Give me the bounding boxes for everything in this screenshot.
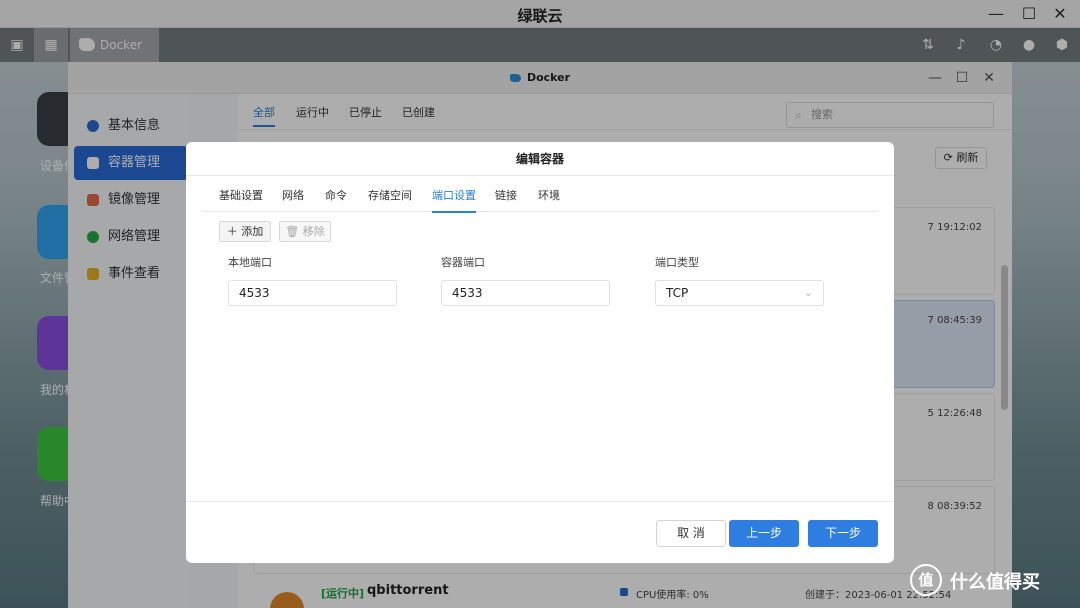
port-type-label: 端口类型	[655, 256, 699, 269]
port-type-select[interactable]: TCP ⌄	[655, 280, 824, 306]
local-port-label: 本地端口	[228, 256, 272, 269]
plus-icon: ＋	[226, 225, 238, 238]
trash-icon: 🗑	[285, 225, 300, 238]
add-label: 添加	[241, 225, 264, 238]
watermark-text: 什么值得买	[950, 572, 1040, 593]
tab-storage[interactable]: 存储空间	[368, 187, 412, 203]
tab-network[interactable]: 网络	[282, 187, 304, 203]
dialog-footer-divider	[186, 501, 894, 502]
remove-port-button[interactable]: 🗑 移除	[279, 221, 331, 242]
cancel-button[interactable]: 取 消	[656, 520, 726, 547]
remove-label: 移除	[302, 225, 325, 238]
local-port-input[interactable]: 4533	[228, 280, 397, 306]
watermark-logo-icon: 值	[910, 564, 942, 596]
tab-basic-settings[interactable]: 基础设置	[219, 187, 263, 203]
tab-links[interactable]: 链接	[495, 187, 517, 203]
container-port-label: 容器端口	[441, 256, 485, 269]
tab-command[interactable]: 命令	[325, 187, 347, 203]
port-type-value: TCP	[666, 286, 689, 300]
container-port-input[interactable]: 4533	[441, 280, 610, 306]
add-port-button[interactable]: ＋ 添加	[219, 221, 271, 242]
watermark: 值 什么值得买	[910, 564, 1080, 598]
next-step-button[interactable]: 下一步	[808, 520, 878, 547]
dialog-tabs: 基础设置 网络 命令 存储空间 端口设置 链接 环境	[202, 176, 878, 213]
previous-step-button[interactable]: 上一步	[729, 520, 799, 547]
dialog-title: 编辑容器	[186, 142, 894, 176]
tab-port-settings[interactable]: 端口设置	[432, 187, 476, 213]
edit-container-dialog: 编辑容器 基础设置 网络 命令 存储空间 端口设置 链接 环境 ＋ 添加 🗑 移…	[186, 142, 894, 563]
chevron-down-icon: ⌄	[803, 286, 813, 299]
tab-environment[interactable]: 环境	[538, 187, 560, 203]
